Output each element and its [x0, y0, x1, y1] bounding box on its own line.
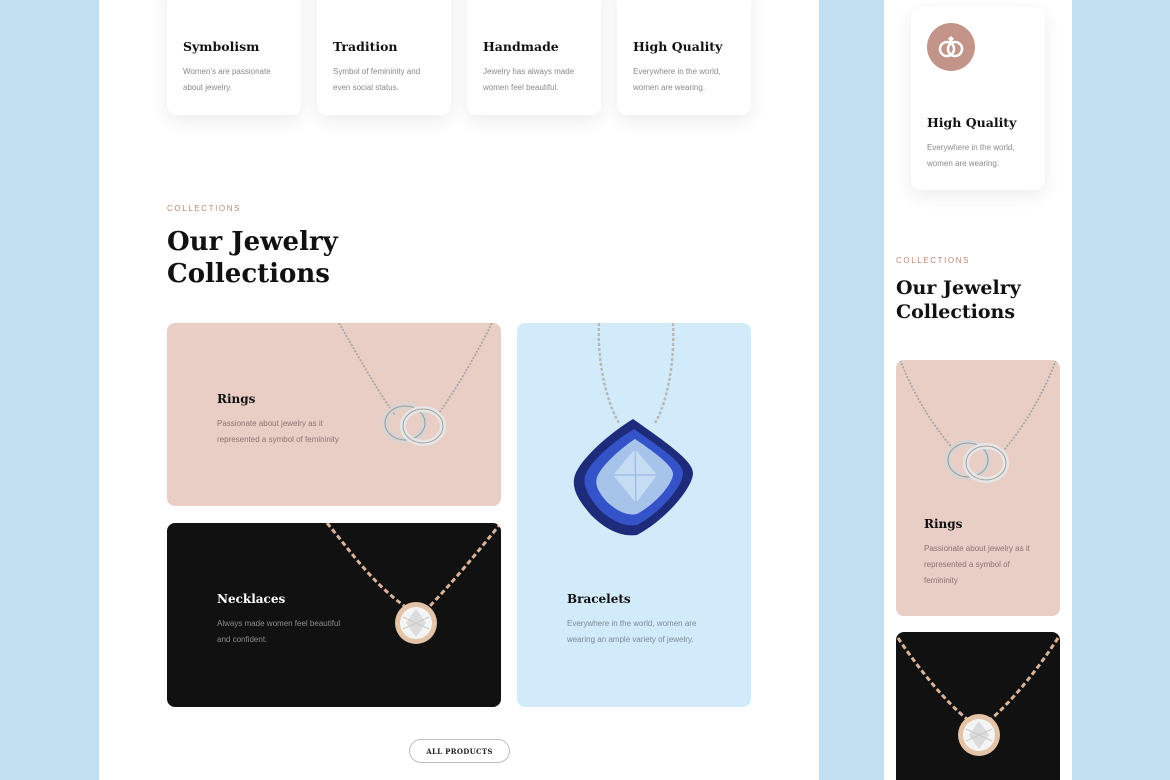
necklaces-tile[interactable]: Necklaces Always made women feel beautif… — [167, 523, 501, 707]
bracelets-tile[interactable]: Bracelets Everywhere in the world, women… — [517, 323, 751, 707]
rings-icon — [927, 23, 975, 71]
feature-title: Tradition — [333, 39, 398, 54]
mobile-preview: High Quality Everywhere in the world, wo… — [884, 0, 1072, 780]
heading-line-1: Our Jewelry — [896, 277, 1021, 299]
desktop-preview: Symbolism Women's are passionate about j… — [99, 0, 819, 780]
feature-card-symbolism: Symbolism Women's are passionate about j… — [167, 0, 301, 115]
heading-line-2: Collections — [167, 259, 330, 289]
necklaces-title: Necklaces — [217, 592, 286, 606]
feature-title: High Quality — [633, 39, 723, 54]
bracelet-gem-image — [573, 323, 693, 536]
rings-title: Rings — [924, 517, 963, 531]
rings-necklace-image — [338, 323, 493, 446]
mobile-collections-heading: Our Jewelry Collections — [896, 276, 1021, 324]
bracelets-desc: Everywhere in the world, women are weari… — [567, 619, 697, 644]
feature-title: High Quality — [927, 115, 1017, 130]
feature-title: Handmade — [483, 39, 559, 54]
collections-eyebrow: COLLECTIONS — [167, 204, 242, 213]
necklace-pendant-image — [896, 637, 1060, 756]
mobile-feature-card-high-quality: High Quality Everywhere in the world, wo… — [911, 7, 1045, 190]
all-products-button[interactable]: ALL PRODUCTS — [409, 739, 510, 763]
feature-desc: Jewelry has always made women feel beaut… — [483, 67, 575, 92]
feature-desc: Women's are passionate about jewelry. — [183, 67, 271, 92]
mobile-rings-tile[interactable]: Rings Passionate about jewelry as it rep… — [896, 360, 1060, 616]
rings-title: Rings — [217, 392, 256, 406]
collections-heading: Our Jewelry Collections — [167, 226, 338, 290]
feature-title: Symbolism — [183, 39, 260, 54]
heading-line-2: Collections — [896, 301, 1016, 323]
rings-desc: Passionate about jewelry as it represent… — [217, 419, 339, 444]
heading-line-1: Our Jewelry — [167, 227, 338, 257]
feature-desc: Everywhere in the world, women are weari… — [927, 143, 1015, 168]
feature-card-high-quality: High Quality Everywhere in the world, wo… — [617, 0, 751, 115]
bracelets-title: Bracelets — [567, 592, 631, 606]
feature-desc: Symbol of femininity and even social sta… — [333, 67, 421, 92]
rings-desc: Passionate about jewelry as it represent… — [924, 544, 1030, 585]
feature-card-tradition: Tradition Symbol of femininity and even … — [317, 0, 451, 115]
necklace-pendant-image — [325, 523, 501, 644]
feature-desc: Everywhere in the world, women are weari… — [633, 67, 721, 92]
mobile-collections-eyebrow: COLLECTIONS — [896, 256, 971, 265]
rings-tile[interactable]: Rings Passionate about jewelry as it rep… — [167, 323, 501, 506]
necklaces-desc: Always made women feel beautiful and con… — [217, 619, 341, 644]
feature-card-handmade: Handmade Jewelry has always made women f… — [467, 0, 601, 115]
mobile-necklaces-tile[interactable] — [896, 632, 1060, 780]
